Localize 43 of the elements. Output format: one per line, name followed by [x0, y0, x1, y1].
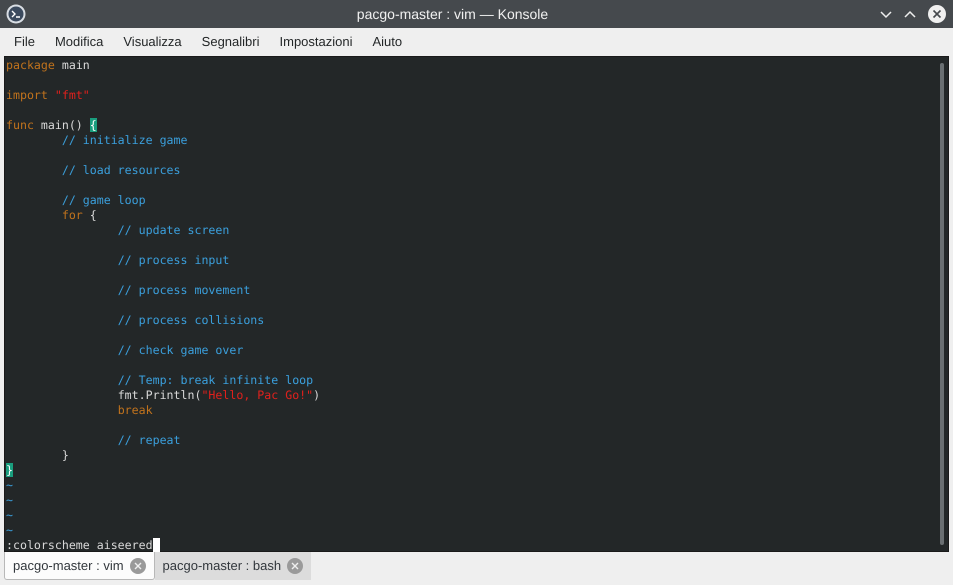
menu-item[interactable]: File: [4, 32, 45, 52]
code-token: func: [6, 118, 34, 132]
code-token: "fmt": [54, 88, 90, 102]
matched-brace: }: [6, 463, 13, 477]
code-token: }: [62, 448, 69, 462]
matched-brace: {: [90, 118, 97, 132]
code-token: import: [6, 88, 49, 102]
code-token: // initialize game: [62, 133, 188, 147]
code-token: for: [62, 208, 83, 222]
code-token: main(): [40, 118, 84, 132]
command-line: :colorscheme aiseered: [6, 538, 153, 553]
menu-item[interactable]: Impostazioni: [270, 32, 362, 52]
code-token: {: [90, 208, 97, 222]
code-token: // load resources: [62, 163, 181, 177]
code-token: // Temp: break infinite loop: [118, 373, 314, 387]
menu-item[interactable]: Segnalibri: [192, 32, 270, 52]
code-token: // process input: [118, 253, 230, 267]
code-token: break: [118, 403, 153, 417]
terminal-tab[interactable]: pacgo-master : bash: [154, 552, 312, 580]
code-token: main: [62, 58, 90, 72]
code-token: "Hello, Pac Go!": [201, 388, 314, 402]
terminal-tab[interactable]: pacgo-master : vim: [4, 552, 155, 580]
window-title: pacgo-master : vim — Konsole: [356, 4, 548, 24]
code-token: // check game over: [118, 343, 244, 357]
empty-line-marker: ~: [6, 478, 13, 492]
menu-item[interactable]: Modifica: [44, 32, 114, 52]
scrollbar[interactable]: [940, 63, 944, 545]
terminal-icon: [6, 4, 26, 24]
code-token: // process collisions: [118, 313, 264, 327]
code-token: // repeat: [118, 433, 181, 447]
code-token: fmt.Println(: [118, 388, 202, 402]
empty-line-marker: ~: [6, 493, 13, 507]
menu-item[interactable]: Visualizza: [113, 32, 192, 52]
code-token: // update screen: [118, 223, 230, 237]
empty-line-marker: ~: [6, 523, 13, 537]
code-token: // game loop: [62, 193, 146, 207]
code-token: // process movement: [118, 283, 250, 297]
cursor: [152, 538, 160, 552]
menu-item[interactable]: Aiuto: [362, 32, 412, 52]
code-token: package: [6, 58, 55, 72]
close-icon[interactable]: [927, 4, 947, 24]
empty-line-marker: ~: [6, 508, 13, 522]
code-token: ): [313, 388, 320, 402]
